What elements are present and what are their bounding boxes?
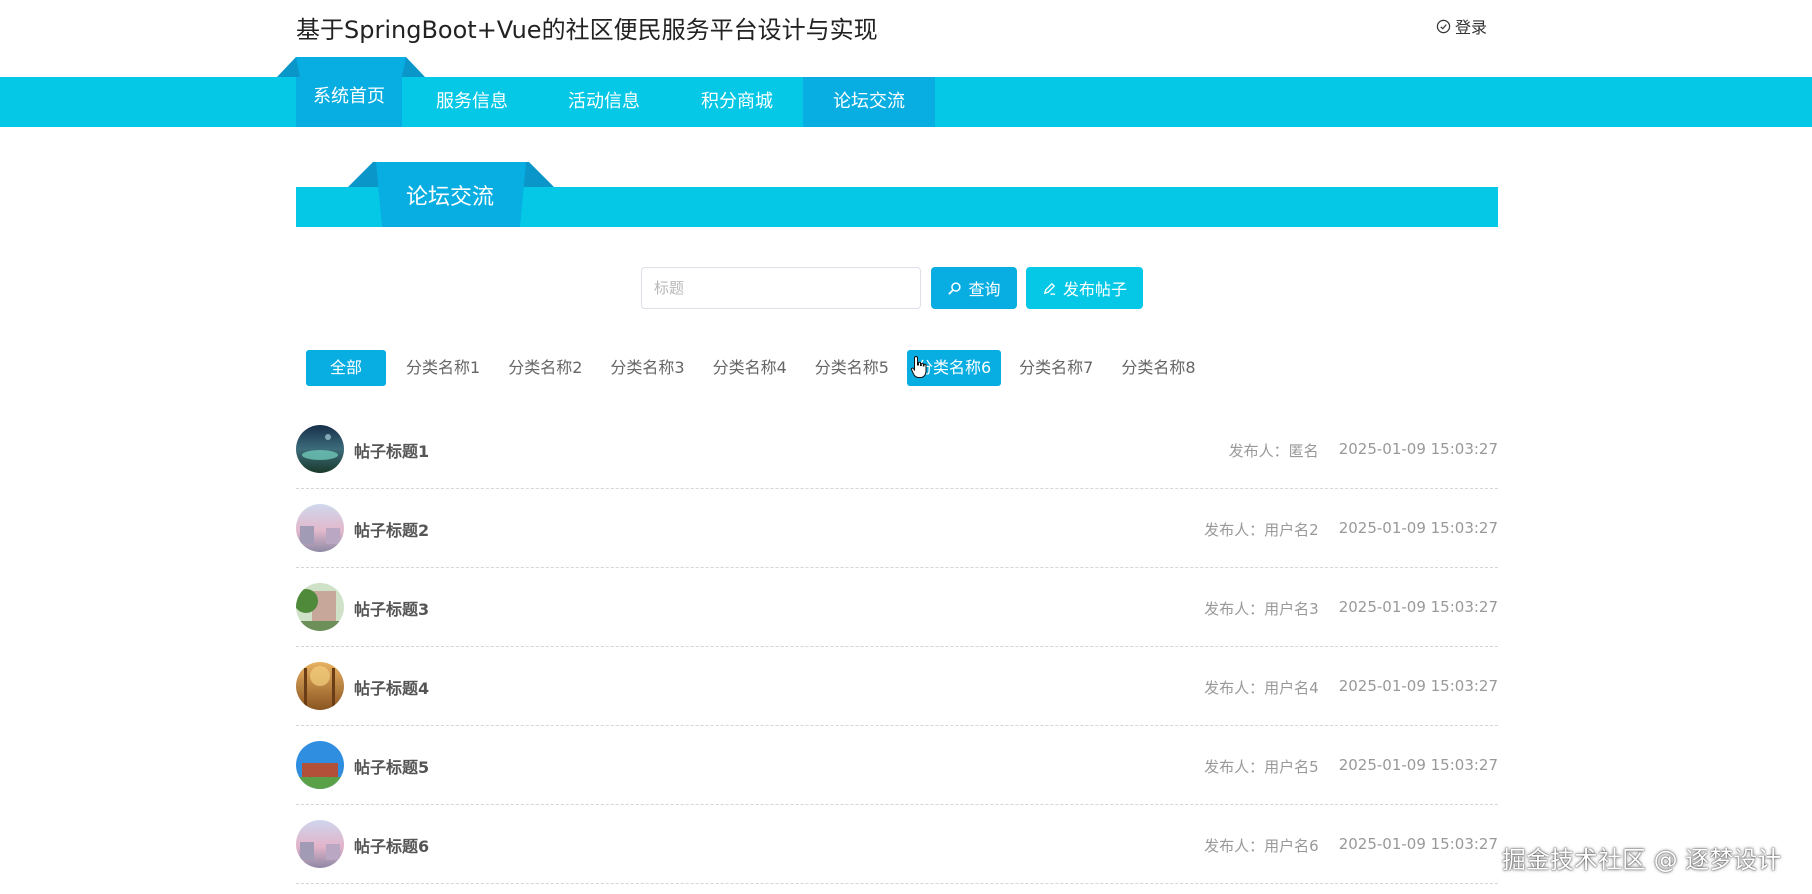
- post-row[interactable]: 帖子标题2 发布人：用户名2 2025-01-09 15:03:27: [296, 489, 1498, 568]
- login-label: 登录: [1455, 18, 1488, 37]
- post-author: 发布人：用户名3: [1204, 600, 1319, 618]
- post-time: 2025-01-09 15:03:27: [1338, 598, 1498, 616]
- post-meta: 发布人：用户名5 2025-01-09 15:03:27: [1204, 756, 1498, 777]
- post-row[interactable]: 帖子标题1 发布人：匿名 2025-01-09 15:03:27: [296, 410, 1498, 489]
- nav-item-services[interactable]: 服务信息: [414, 77, 530, 127]
- publish-post-button-label: 发布帖子: [1062, 280, 1127, 299]
- search-icon: [948, 281, 962, 295]
- post-time: 2025-01-09 15:03:27: [1338, 519, 1498, 537]
- search-input[interactable]: [641, 267, 921, 309]
- category-tab-all[interactable]: 全部: [306, 350, 386, 386]
- nav-item-home[interactable]: 系统首页: [296, 77, 402, 127]
- post-author: 发布人：匿名: [1228, 442, 1319, 460]
- post-author: 发布人：用户名4: [1204, 679, 1319, 697]
- post-avatar: [296, 504, 344, 552]
- post-title[interactable]: 帖子标题6: [354, 833, 429, 857]
- nav-item-forum-label: 论坛交流: [833, 91, 905, 112]
- post-author: 发布人：用户名2: [1204, 521, 1319, 539]
- post-row[interactable]: 帖子标题6 发布人：用户名6 2025-01-09 15:03:27: [296, 805, 1498, 884]
- category-tab-7[interactable]: 分类名称7: [1009, 350, 1103, 386]
- post-meta: 发布人：匿名 2025-01-09 15:03:27: [1229, 440, 1498, 461]
- post-time: 2025-01-09 15:03:27: [1338, 835, 1498, 853]
- nav-item-points-mall-label: 积分商城: [701, 91, 773, 112]
- post-row[interactable]: 帖子标题3 发布人：用户名3 2025-01-09 15:03:27: [296, 568, 1498, 647]
- post-row[interactable]: 帖子标题5 发布人：用户名5 2025-01-09 15:03:27: [296, 726, 1498, 805]
- post-avatar: [296, 820, 344, 868]
- search-button[interactable]: 查询: [931, 267, 1017, 309]
- post-avatar: [296, 425, 344, 473]
- edit-pen-icon: [1043, 282, 1056, 295]
- post-title[interactable]: 帖子标题4: [354, 675, 429, 699]
- category-tabs: 全部 分类名称1 分类名称2 分类名称3 分类名称4 分类名称5 分类名称6 分…: [306, 350, 1214, 386]
- post-avatar: [296, 662, 344, 710]
- post-time: 2025-01-09 15:03:27: [1338, 756, 1498, 774]
- login-link[interactable]: 登录: [1436, 14, 1487, 38]
- post-author: 发布人：用户名5: [1204, 758, 1319, 776]
- check-circle-icon: [1436, 19, 1451, 33]
- category-tab-2[interactable]: 分类名称2: [498, 350, 592, 386]
- post-meta: 发布人：用户名4 2025-01-09 15:03:27: [1204, 677, 1498, 698]
- nav-home-flap: [277, 57, 425, 77]
- post-time: 2025-01-09 15:03:27: [1338, 677, 1498, 695]
- post-row[interactable]: 帖子标题4 发布人：用户名4 2025-01-09 15:03:27: [296, 647, 1498, 726]
- nav-item-services-label: 服务信息: [436, 91, 508, 112]
- nav-item-home-label: 系统首页: [313, 86, 385, 107]
- category-tab-8[interactable]: 分类名称8: [1111, 350, 1205, 386]
- post-meta: 发布人：用户名2 2025-01-09 15:03:27: [1204, 519, 1498, 540]
- post-list: 帖子标题1 发布人：匿名 2025-01-09 15:03:27 帖子标题2 发…: [296, 410, 1498, 884]
- post-time: 2025-01-09 15:03:27: [1338, 440, 1498, 458]
- nav-item-activities-label: 活动信息: [568, 91, 640, 112]
- post-avatar: [296, 583, 344, 631]
- post-title[interactable]: 帖子标题5: [354, 754, 429, 778]
- post-avatar: [296, 741, 344, 789]
- publish-post-button[interactable]: 发布帖子: [1026, 267, 1143, 309]
- post-title[interactable]: 帖子标题2: [354, 517, 429, 541]
- post-meta: 发布人：用户名6 2025-01-09 15:03:27: [1204, 835, 1498, 856]
- post-title[interactable]: 帖子标题3: [354, 596, 429, 620]
- category-tab-3[interactable]: 分类名称3: [600, 350, 694, 386]
- site-title: 基于SpringBoot+Vue的社区便民服务平台设计与实现: [296, 16, 878, 44]
- post-title[interactable]: 帖子标题1: [354, 438, 429, 462]
- category-tab-5[interactable]: 分类名称5: [805, 350, 899, 386]
- hand-pointer-cursor-icon: [910, 355, 927, 378]
- search-button-label: 查询: [968, 280, 1001, 299]
- nav-item-points-mall[interactable]: 积分商城: [679, 77, 795, 127]
- watermark-text: 掘金技术社区 @ 逐梦设计: [1502, 846, 1782, 874]
- section-title: 论坛交流: [405, 185, 494, 210]
- nav-item-forum[interactable]: 论坛交流: [803, 77, 935, 127]
- category-tab-4[interactable]: 分类名称4: [703, 350, 797, 386]
- category-tab-1[interactable]: 分类名称1: [396, 350, 490, 386]
- post-author: 发布人：用户名6: [1204, 837, 1319, 855]
- nav-item-activities[interactable]: 活动信息: [546, 77, 662, 127]
- post-meta: 发布人：用户名3 2025-01-09 15:03:27: [1204, 598, 1498, 619]
